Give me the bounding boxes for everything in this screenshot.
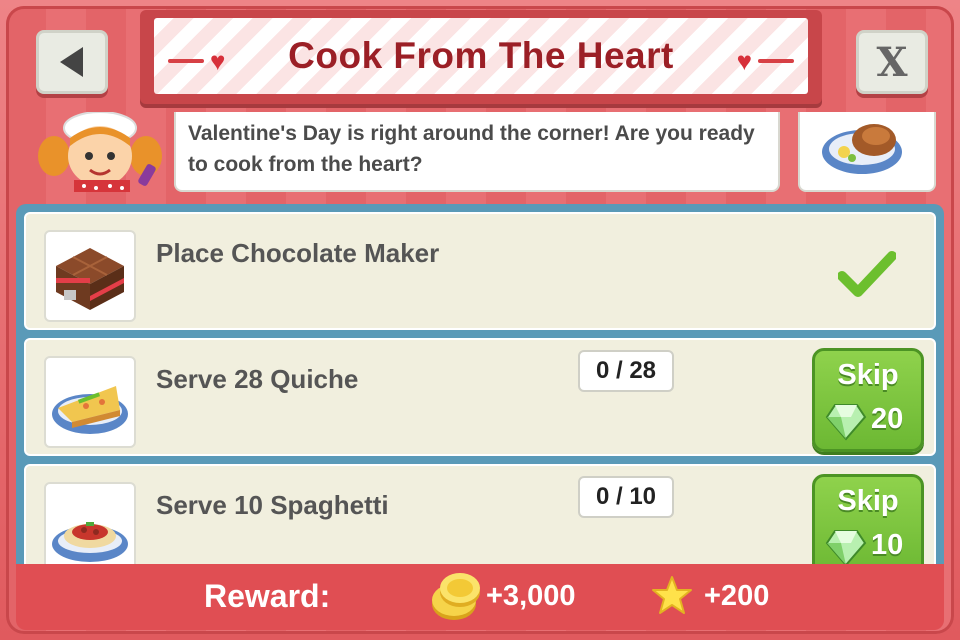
task-row-quiche: Serve 28 Quiche 0 / 28 Skip 20 — [24, 338, 936, 456]
reward-label: Reward: — [204, 578, 331, 614]
decoration-line — [168, 59, 204, 63]
back-arrow-icon — [60, 47, 83, 77]
task-label: Serve 28 Quiche — [156, 364, 359, 394]
back-button[interactable] — [36, 30, 108, 94]
heart-icon: ♥ — [210, 46, 226, 76]
coins-icon — [432, 573, 480, 620]
skip-button-quiche[interactable]: Skip 20 — [812, 348, 924, 452]
title-banner: ♥ Cook From The Heart ♥ — [140, 10, 822, 104]
skip-cost: 10 — [871, 529, 904, 561]
task-progress: 0 / 10 — [578, 476, 674, 518]
task-label: Serve 10 Spaghetti — [156, 490, 389, 520]
chocolate-cake-icon — [56, 248, 124, 310]
task-icon-frame — [44, 482, 136, 574]
task-icon-frame — [44, 230, 136, 322]
reward-bar: Reward: +3,000 +200 — [16, 564, 944, 630]
reward-xp: +200 — [704, 580, 770, 612]
spaghetti-icon — [52, 522, 128, 562]
skip-cost: 20 — [871, 403, 904, 435]
chef-avatar — [38, 112, 162, 192]
skip-label: Skip — [837, 485, 899, 517]
skip-button-spaghetti[interactable]: Skip 10 — [812, 474, 924, 578]
task-label: Place Chocolate Maker — [156, 238, 440, 268]
page-title: Cook From The Heart — [288, 35, 674, 76]
gem-icon — [825, 404, 867, 441]
skip-label: Skip — [837, 359, 899, 391]
xp-star-icon — [652, 576, 692, 614]
goal-dish-thumbnail — [798, 112, 936, 192]
roast-dish-icon — [822, 124, 902, 174]
close-icon: X — [876, 38, 908, 86]
task-row-chocolate-maker: Place Chocolate Maker — [24, 212, 936, 330]
gem-icon — [825, 530, 867, 567]
close-button[interactable]: X — [856, 30, 928, 94]
heart-icon: ♥ — [736, 46, 752, 76]
title-decoration-left: ♥ — [168, 48, 231, 74]
chef-speech-bubble: Valentine's Day is right around the corn… — [174, 112, 780, 192]
reward-coins: +3,000 — [486, 580, 576, 612]
title-inner: ♥ Cook From The Heart ♥ — [154, 18, 808, 94]
decoration-line — [758, 59, 794, 63]
task-list: Place Chocolate Maker Serve 28 Quiche 0 … — [16, 204, 944, 584]
checkmark-icon — [838, 251, 896, 297]
title-decoration-right: ♥ — [731, 48, 794, 74]
task-progress: 0 / 28 — [578, 350, 674, 392]
task-icon-frame — [44, 356, 136, 448]
quiche-icon — [52, 386, 128, 434]
